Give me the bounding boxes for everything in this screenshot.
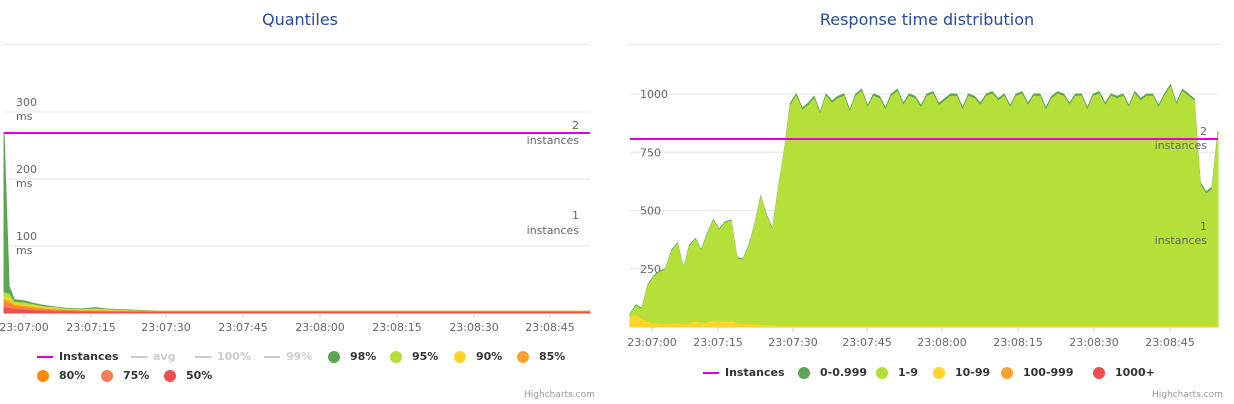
x-tick-label: 23:08:00 bbox=[295, 321, 344, 334]
y-tick-unit: ms bbox=[16, 110, 33, 123]
secondary-tick-unit: instances bbox=[527, 134, 580, 147]
secondary-tick-unit: instances bbox=[1155, 234, 1208, 247]
y-tick-label: 500 bbox=[640, 205, 661, 218]
x-tick-label: 23:08:30 bbox=[1069, 336, 1118, 349]
area-series-98pct bbox=[3, 132, 591, 314]
legend-label: avg bbox=[153, 350, 176, 363]
legend-dot-symbol bbox=[37, 369, 49, 382]
legend-item[interactable]: 95% bbox=[390, 350, 438, 363]
legend-item[interactable]: 1-9 bbox=[876, 366, 918, 379]
legend-dot-symbol bbox=[1001, 366, 1013, 379]
legend-label: 1-9 bbox=[898, 366, 918, 379]
highcharts-credit[interactable]: Highcharts.com bbox=[1152, 390, 1223, 400]
secondary-tick-label: 1 bbox=[572, 209, 579, 222]
legend-item[interactable]: 98% bbox=[328, 350, 376, 363]
x-tick-label: 23:08:15 bbox=[993, 336, 1042, 349]
legend-dot-symbol bbox=[798, 366, 810, 379]
y-tick-label: 200 bbox=[16, 163, 37, 176]
x-tick-label: 23:07:00 bbox=[627, 336, 676, 349]
legend-item[interactable]: 50% bbox=[164, 369, 212, 382]
secondary-tick-unit: instances bbox=[527, 224, 580, 237]
legend-label: 99% bbox=[286, 350, 313, 363]
legend-dot-symbol bbox=[454, 350, 466, 363]
legend-label: 100% bbox=[217, 350, 251, 363]
x-tick-label: 23:07:30 bbox=[768, 336, 817, 349]
response-time-chart-panel: Response time distribution 1000 750 500 250… bbox=[620, 0, 1234, 404]
legend-dot-symbol bbox=[101, 369, 113, 382]
quantiles-chart-panel: Quantiles 300 ms 200 ms 100 ms 2 instances 1 inst… bbox=[0, 0, 600, 404]
legend-item[interactable]: Instances bbox=[703, 366, 785, 379]
secondary-tick-label: 2 bbox=[1200, 125, 1207, 138]
legend-label: 0-0.999 bbox=[820, 366, 868, 379]
legend-label: 1000+ bbox=[1115, 366, 1155, 379]
x-tick-label: 23:07:15 bbox=[693, 336, 742, 349]
x-tick-label: 23:08:15 bbox=[372, 321, 421, 334]
x-tick-label: 23:08:30 bbox=[449, 321, 498, 334]
legend-line-symbol bbox=[195, 355, 211, 358]
legend-item[interactable]: 85% bbox=[517, 350, 565, 363]
x-tick-label: 23:08:00 bbox=[917, 336, 966, 349]
x-tick-label: 23:08:45 bbox=[525, 321, 574, 334]
y-tick-label: 100 bbox=[16, 230, 37, 243]
secondary-tick-label: 2 bbox=[572, 119, 579, 132]
legend-label: 85% bbox=[539, 350, 566, 363]
legend-item[interactable]: 1000+ bbox=[1093, 366, 1155, 379]
legend-item[interactable]: avg bbox=[131, 350, 175, 363]
x-tick-label: 23:07:00 bbox=[0, 321, 49, 334]
x-tick-label: 23:08:45 bbox=[1145, 336, 1194, 349]
legend-line-symbol bbox=[703, 371, 719, 374]
legend-item[interactable]: 0-0.999 bbox=[798, 366, 867, 379]
legend-item[interactable]: 75% bbox=[101, 369, 149, 382]
legend-label: 90% bbox=[476, 350, 503, 363]
response-time-plot: 10007505002502instances1instances23:07:0… bbox=[627, 83, 1219, 349]
legend-item[interactable]: 10-99 bbox=[933, 366, 990, 379]
legend-item[interactable]: 90% bbox=[454, 350, 502, 363]
secondary-tick-unit: instances bbox=[1155, 139, 1208, 152]
x-tick-label: 23:07:30 bbox=[141, 321, 190, 334]
legend-item[interactable]: Instances bbox=[37, 350, 119, 363]
x-tick-label: 23:07:45 bbox=[842, 336, 891, 349]
legend-label: Instances bbox=[725, 366, 785, 379]
area-series-1-9 bbox=[629, 85, 1219, 328]
legend-dot-symbol bbox=[933, 366, 945, 379]
quantiles-plot: 300ms200ms100ms2instances1instances23:07… bbox=[0, 96, 591, 334]
legend-label: 75% bbox=[123, 369, 150, 382]
x-tick-label: 23:07:45 bbox=[218, 321, 267, 334]
legend-item[interactable]: 99% bbox=[264, 350, 312, 363]
legend-label: 98% bbox=[350, 350, 377, 363]
y-tick-unit: ms bbox=[16, 177, 33, 190]
legend-label: 50% bbox=[186, 369, 213, 382]
legend-line-symbol bbox=[37, 355, 53, 358]
legend-dot-symbol bbox=[517, 350, 529, 363]
legend-dot-symbol bbox=[1093, 366, 1105, 379]
secondary-tick-label: 1 bbox=[1200, 220, 1207, 233]
legend-dot-symbol bbox=[390, 350, 402, 363]
x-tick-label: 23:07:15 bbox=[66, 321, 115, 334]
y-tick-unit: ms bbox=[16, 244, 33, 257]
legend-dot-symbol bbox=[328, 350, 340, 363]
legend-dot-symbol bbox=[164, 369, 176, 382]
legend-label: Instances bbox=[59, 350, 119, 363]
y-tick-label: 1000 bbox=[640, 88, 668, 101]
legend-dot-symbol bbox=[876, 366, 888, 379]
legend-line-symbol bbox=[131, 355, 147, 358]
y-tick-label: 300 bbox=[16, 96, 37, 109]
legend-line-symbol bbox=[264, 355, 280, 358]
legend-label: 95% bbox=[412, 350, 439, 363]
legend-label: 100-999 bbox=[1023, 366, 1074, 379]
legend-label: 10-99 bbox=[955, 366, 991, 379]
legend-label: 80% bbox=[59, 369, 86, 382]
legend-item[interactable]: 100% bbox=[195, 350, 251, 363]
legend-item[interactable]: 80% bbox=[37, 369, 85, 382]
legend-item[interactable]: 100-999 bbox=[1001, 366, 1074, 379]
y-tick-label: 750 bbox=[640, 146, 661, 159]
highcharts-credit[interactable]: Highcharts.com bbox=[524, 390, 595, 400]
